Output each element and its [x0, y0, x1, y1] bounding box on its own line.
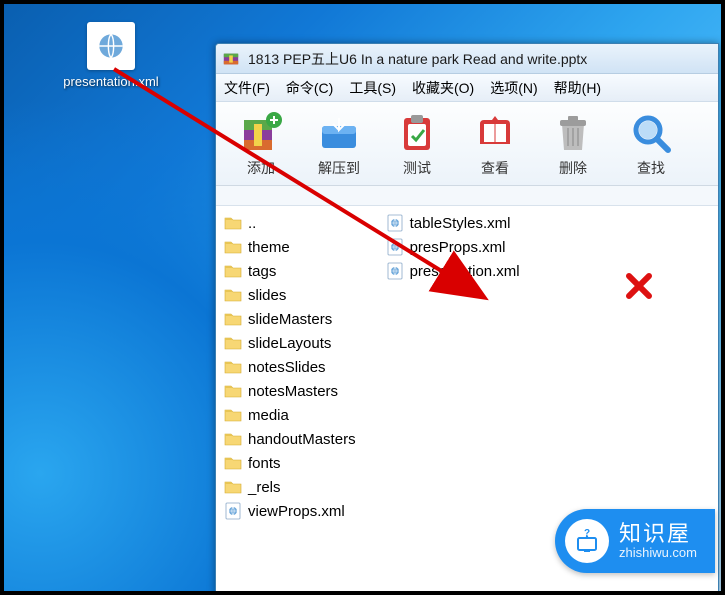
file-name: tags — [248, 263, 276, 280]
watermark-badge: ? 知识屋 zhishiwu.com — [555, 509, 715, 573]
file-row[interactable]: _rels — [224, 476, 356, 498]
file-name: presProps.xml — [410, 239, 506, 256]
file-name: media — [248, 407, 289, 424]
folder-icon — [224, 406, 242, 424]
file-row[interactable]: tags — [224, 260, 356, 282]
folder-icon — [224, 310, 242, 328]
toolbar-test[interactable]: 测试 — [378, 105, 456, 183]
file-name: slideMasters — [248, 311, 332, 328]
file-row[interactable]: media — [224, 404, 356, 426]
desktop-wallpaper: presentation.xml 1813 PEP五上U6 In a natur… — [4, 4, 721, 591]
desktop-file-icon[interactable]: presentation.xml — [56, 22, 166, 91]
delete-icon — [550, 110, 596, 156]
file-name: handoutMasters — [248, 431, 356, 448]
file-row[interactable]: fonts — [224, 452, 356, 474]
file-row[interactable]: slides — [224, 284, 356, 306]
file-row[interactable]: presProps.xml — [386, 236, 520, 258]
toolbar-delete-label: 删除 — [559, 158, 587, 178]
file-name: notesMasters — [248, 383, 338, 400]
toolbar-add[interactable]: 添加 — [222, 105, 300, 183]
menubar: 文件(F) 命令(C) 工具(S) 收藏夹(O) 选项(N) 帮助(H) — [216, 74, 718, 102]
file-name: slideLayouts — [248, 335, 331, 352]
file-name: slides — [248, 287, 286, 304]
toolbar-test-label: 测试 — [403, 158, 431, 178]
file-name: .. — [248, 215, 256, 232]
winrar-icon — [222, 50, 240, 68]
file-name: fonts — [248, 455, 281, 472]
find-icon — [628, 110, 674, 156]
address-bar[interactable] — [216, 186, 718, 206]
file-name: tableStyles.xml — [410, 215, 511, 232]
file-name: viewProps.xml — [248, 503, 345, 520]
folder-icon — [224, 286, 242, 304]
toolbar-delete[interactable]: 删除 — [534, 105, 612, 183]
folder-icon — [224, 430, 242, 448]
test-icon — [394, 110, 440, 156]
file-row[interactable]: notesSlides — [224, 356, 356, 378]
file-row[interactable]: handoutMasters — [224, 428, 356, 450]
menu-fav[interactable]: 收藏夹(O) — [412, 78, 474, 98]
file-row[interactable]: theme — [224, 236, 356, 258]
delete-x-annotation — [625, 272, 653, 300]
xml-file-icon — [224, 502, 242, 520]
badge-sub: zhishiwu.com — [619, 546, 697, 561]
folder-icon — [224, 478, 242, 496]
toolbar-add-label: 添加 — [247, 158, 275, 178]
file-name: _rels — [248, 479, 281, 496]
file-row[interactable]: slideLayouts — [224, 332, 356, 354]
toolbar-find[interactable]: 查找 — [612, 105, 690, 183]
folder-icon — [224, 238, 242, 256]
toolbar-extract-label: 解压到 — [318, 158, 360, 178]
file-row[interactable]: notesMasters — [224, 380, 356, 402]
folder-icon — [224, 214, 242, 232]
menu-options[interactable]: 选项(N) — [490, 78, 537, 98]
badge-title: 知识屋 — [619, 521, 697, 546]
titlebar[interactable]: 1813 PEP五上U6 In a nature park Read and w… — [216, 44, 718, 74]
xml-file-icon — [87, 22, 135, 70]
add-archive-icon — [238, 110, 284, 156]
file-name: theme — [248, 239, 290, 256]
menu-help[interactable]: 帮助(H) — [554, 78, 601, 98]
menu-tools[interactable]: 工具(S) — [349, 78, 396, 98]
file-row[interactable]: tableStyles.xml — [386, 212, 520, 234]
window-title: 1813 PEP五上U6 In a nature park Read and w… — [248, 49, 587, 69]
extract-icon — [316, 110, 362, 156]
file-row[interactable]: slideMasters — [224, 308, 356, 330]
toolbar-extract[interactable]: 解压到 — [300, 105, 378, 183]
xml-file-icon — [386, 238, 404, 256]
toolbar-find-label: 查找 — [637, 158, 665, 178]
folder-icon — [224, 454, 242, 472]
menu-file[interactable]: 文件(F) — [224, 78, 270, 98]
desktop-file-label: presentation.xml — [56, 74, 166, 91]
file-row[interactable]: .. — [224, 212, 356, 234]
menu-command[interactable]: 命令(C) — [286, 78, 333, 98]
toolbar-view[interactable]: 查看 — [456, 105, 534, 183]
xml-file-icon — [386, 214, 404, 232]
folder-icon — [224, 382, 242, 400]
file-name: presentation.xml — [410, 263, 520, 280]
file-row[interactable]: presentation.xml — [386, 260, 520, 282]
file-row[interactable]: viewProps.xml — [224, 500, 356, 522]
folder-icon — [224, 334, 242, 352]
toolbar-view-label: 查看 — [481, 158, 509, 178]
file-name: notesSlides — [248, 359, 326, 376]
view-icon — [472, 110, 518, 156]
folder-icon — [224, 358, 242, 376]
toolbar: 添加 解压到 测试 — [216, 102, 718, 186]
xml-file-icon — [386, 262, 404, 280]
folder-icon — [224, 262, 242, 280]
badge-icon: ? — [565, 519, 609, 563]
